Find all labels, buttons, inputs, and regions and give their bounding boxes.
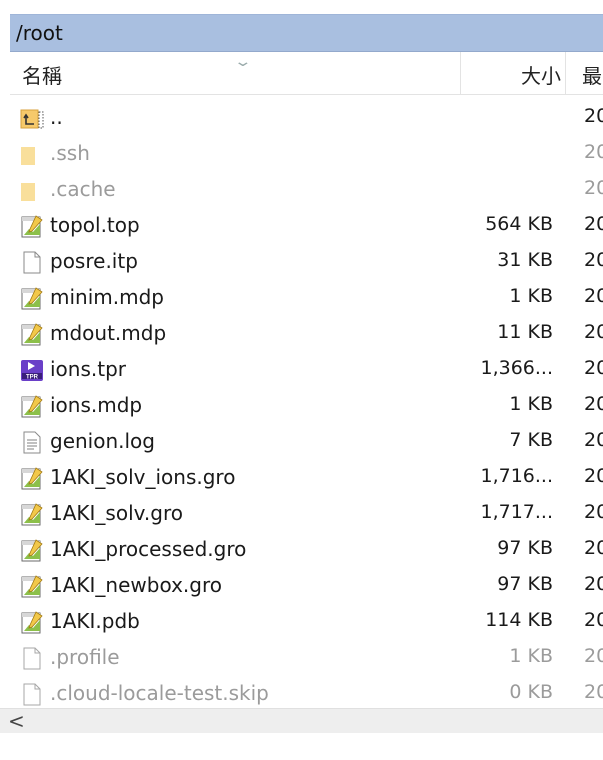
file-name: ions.tpr	[50, 357, 127, 381]
file-date: 20	[584, 105, 603, 127]
text-file-icon	[20, 394, 44, 418]
file-size: 1 KB	[509, 645, 553, 667]
horizontal-scrollbar[interactable]: <	[0, 708, 603, 733]
file-list: .. 20 .ssh 20 .cache 20 topol.top 564 KB 20 posre…	[10, 100, 603, 708]
text-file-icon	[20, 538, 44, 562]
file-size: 564 KB	[485, 213, 553, 235]
size-column-header[interactable]: 大小	[521, 60, 561, 89]
path-bar[interactable]: /root	[10, 14, 603, 52]
parent-folder-icon	[20, 106, 44, 130]
file-name: 1AKI_newbox.gro	[50, 573, 222, 597]
file-name: .profile	[50, 645, 120, 669]
text-file-icon	[20, 214, 44, 238]
current-path: /root	[16, 21, 63, 45]
sort-indicator-icon: ⌄	[233, 54, 253, 70]
file-name: .cache	[50, 177, 116, 201]
file-date: 20	[584, 465, 603, 487]
scroll-left-arrow-icon[interactable]: <	[8, 709, 25, 733]
file-name: ..	[50, 105, 63, 129]
file-row[interactable]: 1AKI_processed.gro 97 KB 20	[10, 532, 603, 568]
blank-file-icon	[20, 682, 44, 706]
file-row[interactable]: .cloud-locale-test.skip 0 KB 20	[10, 676, 603, 708]
file-name: 1AKI.pdb	[50, 609, 140, 633]
folder-icon	[20, 142, 44, 166]
text-file-icon	[20, 502, 44, 526]
file-name: 1AKI_processed.gro	[50, 537, 247, 561]
file-row[interactable]: genion.log 7 KB 20	[10, 424, 603, 460]
file-row[interactable]: .cache 20	[10, 172, 603, 208]
file-date: 20	[584, 537, 603, 559]
file-size: 1,716...	[480, 465, 553, 487]
tpr-file-icon: TPR	[20, 358, 44, 382]
file-name: posre.itp	[50, 249, 138, 273]
file-size: 1 KB	[509, 285, 553, 307]
name-column-header[interactable]: 名稱	[22, 60, 62, 89]
blank-file-icon	[20, 646, 44, 670]
file-name: genion.log	[50, 429, 155, 453]
file-name: .ssh	[50, 141, 90, 165]
date-column-header[interactable]: 最	[582, 60, 602, 89]
file-date: 20	[584, 429, 603, 451]
column-divider[interactable]	[565, 52, 566, 94]
text-file-icon	[20, 322, 44, 346]
text-file-icon	[20, 286, 44, 310]
file-date: 20	[584, 393, 603, 415]
file-row[interactable]: ions.mdp 1 KB 20	[10, 388, 603, 424]
file-date: 20	[584, 285, 603, 307]
file-row[interactable]: .. 20	[10, 100, 603, 136]
file-name: mdout.mdp	[50, 321, 167, 345]
file-size: 114 KB	[485, 609, 553, 631]
file-date: 20	[584, 213, 603, 235]
file-date: 20	[584, 609, 603, 631]
file-date: 20	[584, 141, 603, 163]
file-row[interactable]: .ssh 20	[10, 136, 603, 172]
blank-file-icon	[20, 250, 44, 274]
file-row[interactable]: 1AKI_solv.gro 1,717... 20	[10, 496, 603, 532]
file-size: 11 KB	[497, 321, 553, 343]
file-date: 20	[584, 249, 603, 271]
file-date: 20	[584, 645, 603, 667]
file-size: 0 KB	[509, 681, 553, 703]
svg-text:TPR: TPR	[26, 375, 39, 381]
file-name: .cloud-locale-test.skip	[50, 681, 269, 705]
file-size: 31 KB	[497, 249, 553, 271]
file-name: ions.mdp	[50, 393, 143, 417]
file-date: 20	[584, 177, 603, 199]
file-size: 97 KB	[497, 573, 553, 595]
folder-icon	[20, 178, 44, 202]
file-date: 20	[584, 681, 603, 703]
text-file-icon	[20, 466, 44, 490]
file-name: 1AKI_solv_ions.gro	[50, 465, 236, 489]
file-name: topol.top	[50, 213, 140, 237]
text-file-icon	[20, 610, 44, 634]
log-file-icon	[20, 430, 44, 454]
file-browser: /root 名稱 ⌄ 大小 最 .. 20 .ssh 20 .cache 20 topol.…	[0, 0, 603, 760]
file-row[interactable]: posre.itp 31 KB 20	[10, 244, 603, 280]
file-row[interactable]: .profile 1 KB 20	[10, 640, 603, 676]
text-file-icon	[20, 574, 44, 598]
file-size: 97 KB	[497, 537, 553, 559]
file-size: 1 KB	[509, 393, 553, 415]
file-date: 20	[584, 501, 603, 523]
file-row[interactable]: TPR ions.tpr 1,366... 20	[10, 352, 603, 388]
file-size: 7 KB	[509, 429, 553, 451]
file-size: 1,717...	[480, 501, 553, 523]
file-name: 1AKI_solv.gro	[50, 501, 183, 525]
file-date: 20	[584, 321, 603, 343]
file-row[interactable]: 1AKI.pdb 114 KB 20	[10, 604, 603, 640]
file-date: 20	[584, 357, 603, 379]
file-size: 1,366...	[480, 357, 553, 379]
column-header: 名稱 ⌄ 大小 最	[10, 52, 603, 95]
column-divider[interactable]	[460, 52, 461, 94]
file-row[interactable]: topol.top 564 KB 20	[10, 208, 603, 244]
file-date: 20	[584, 573, 603, 595]
file-row[interactable]: mdout.mdp 11 KB 20	[10, 316, 603, 352]
file-row[interactable]: minim.mdp 1 KB 20	[10, 280, 603, 316]
file-row[interactable]: 1AKI_newbox.gro 97 KB 20	[10, 568, 603, 604]
file-name: minim.mdp	[50, 285, 164, 309]
file-row[interactable]: 1AKI_solv_ions.gro 1,716... 20	[10, 460, 603, 496]
